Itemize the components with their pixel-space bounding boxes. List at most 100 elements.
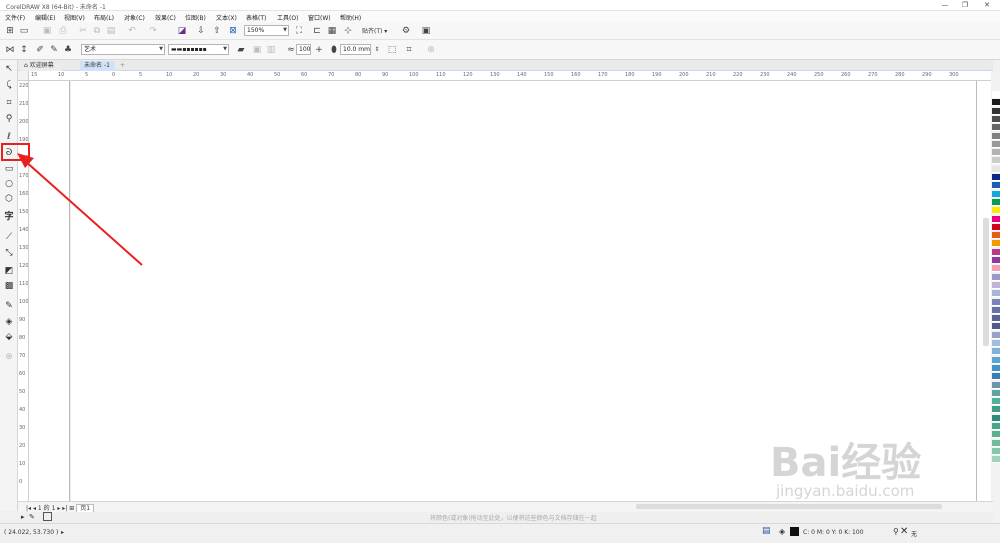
color-swatch[interactable] [992, 223, 1000, 231]
color-swatch[interactable] [992, 207, 1000, 215]
color-swatch[interactable] [992, 165, 1000, 173]
menu-tools[interactable]: 工具(O) [277, 13, 298, 22]
color-swatch[interactable] [992, 115, 1000, 123]
color-swatch[interactable] [992, 456, 1000, 464]
copy-icon[interactable]: ⧉ [91, 25, 103, 37]
menu-view[interactable]: 视图(V) [64, 13, 85, 22]
mirror-horizontal-icon[interactable]: ⋈ [4, 44, 16, 56]
color-swatch[interactable] [992, 240, 1000, 248]
preset-brush-icon[interactable]: ✐ [34, 44, 46, 56]
color-swatch[interactable] [992, 107, 1000, 115]
export-icon[interactable]: ⇧ [211, 25, 223, 37]
menu-help[interactable]: 帮助(H) [340, 13, 361, 22]
color-swatch[interactable] [992, 232, 1000, 240]
horizontal-ruler[interactable]: 15 10 5 0 5 10 20 30 40 50 60 70 80 90 100 110 120 130 140… [29, 71, 991, 81]
add-tool-icon[interactable]: ⊕ [2, 351, 16, 364]
full-screen-icon[interactable]: ⛶ [293, 25, 305, 37]
menu-file[interactable]: 文件(F) [5, 13, 25, 22]
color-swatch[interactable] [992, 149, 1000, 157]
publish-pdf-icon[interactable]: ⊠ [227, 25, 239, 37]
color-swatch[interactable] [992, 364, 1000, 372]
color-swatch[interactable] [992, 257, 1000, 264]
import-icon[interactable]: ⇩ [195, 25, 207, 37]
menu-bitmaps[interactable]: 位图(B) [185, 13, 206, 22]
fill-bucket-icon[interactable]: ◈ [779, 527, 785, 536]
color-swatch[interactable] [992, 373, 1000, 381]
color-swatch[interactable] [992, 182, 1000, 190]
coords-arrow-icon[interactable]: ▸ [61, 529, 64, 536]
cut-icon[interactable]: ✂ [77, 25, 89, 37]
rulers-icon[interactable]: ⊏ [311, 25, 323, 37]
close-button[interactable]: ✕ [978, 0, 996, 11]
rectangle-tool-icon[interactable]: ▭ [2, 163, 16, 176]
menu-layout[interactable]: 布局(L) [94, 13, 114, 22]
color-swatch[interactable] [992, 140, 1000, 148]
color-swatch[interactable] [992, 215, 1000, 223]
print-icon[interactable]: ⎙ [57, 25, 69, 37]
color-swatch[interactable] [992, 315, 1000, 323]
eyedropper-tool-icon[interactable]: ✎ [2, 300, 16, 313]
color-swatch[interactable] [992, 406, 1000, 414]
color-swatch[interactable] [992, 190, 1000, 198]
color-swatch[interactable] [992, 91, 1000, 98]
no-color-swatch-icon[interactable] [43, 512, 52, 521]
connector-tool-icon[interactable]: ⤡ [2, 247, 16, 260]
pick-tool-icon[interactable]: ↖ [2, 63, 16, 76]
horizontal-scrollbar-thumb[interactable] [636, 504, 942, 509]
polygon-tool-icon[interactable]: ⬡ [2, 193, 16, 206]
new-document-icon[interactable]: ⊞ [4, 25, 16, 37]
stroke-width-field[interactable]: 10.0 mm [340, 44, 371, 55]
color-swatch[interactable] [992, 306, 1000, 314]
sprayer-icon[interactable]: ♣ [62, 44, 74, 56]
color-swatch[interactable] [992, 381, 1000, 389]
color-swatch[interactable] [992, 348, 1000, 356]
ruler-origin-corner[interactable] [18, 71, 29, 81]
vertical-scrollbar-thumb[interactable] [983, 218, 989, 346]
outline-pen-icon[interactable]: ⚲ [893, 527, 899, 536]
application-launcher-icon[interactable]: ▣ [420, 25, 432, 37]
preset-stroke-select[interactable]: ▬▬▪▪▪▪▪▪ ▼ [168, 44, 229, 55]
snap-to-dropdown[interactable]: 贴齐(T) ▾ [362, 26, 387, 35]
color-swatch[interactable] [992, 340, 1000, 347]
preset-stroke-category-select[interactable]: 艺术 ▼ [81, 44, 165, 55]
menu-object[interactable]: 对象(C) [124, 13, 145, 22]
color-swatch[interactable] [992, 174, 1000, 181]
tab-document[interactable]: 未命名 -1 [80, 61, 115, 71]
delete-icon[interactable]: ▥ [265, 44, 277, 56]
minimize-button[interactable]: — [936, 0, 954, 11]
grid-icon[interactable]: ▦ [326, 25, 338, 37]
fill-color-swatch[interactable] [790, 527, 799, 536]
color-swatch[interactable] [992, 273, 1000, 281]
color-swatch[interactable] [992, 298, 1000, 306]
add-page-icon[interactable]: ⊞ [69, 505, 74, 512]
menu-edit[interactable]: 编辑(E) [35, 13, 55, 22]
smoothing-field[interactable]: 100 [296, 44, 311, 55]
browse-folder-icon[interactable]: ▰ [235, 44, 247, 56]
shape-tool-icon[interactable]: ⤹ [2, 79, 16, 92]
color-swatch[interactable] [992, 132, 1000, 140]
menu-effects[interactable]: 效果(C) [155, 13, 176, 22]
tab-welcome-screen[interactable]: ⌂ 欢迎屏幕 [20, 61, 62, 71]
crop-tool-icon[interactable]: ⌗ [2, 97, 16, 110]
color-swatch[interactable] [992, 331, 1000, 339]
color-swatch[interactable] [992, 290, 1000, 298]
color-swatch[interactable] [992, 431, 1000, 439]
interactive-fill-tool-icon[interactable]: ◈ [2, 316, 16, 329]
brush-icon[interactable]: ✎ [48, 44, 60, 56]
color-swatch[interactable] [992, 323, 1000, 331]
restore-button[interactable]: ❐ [956, 0, 974, 11]
zoom-tool-icon[interactable]: ⚲ [2, 113, 16, 126]
bounding-box-icon[interactable]: ⌗ [403, 44, 415, 56]
menu-text[interactable]: 文本(X) [216, 13, 237, 22]
previous-page-icon[interactable]: ◂ [33, 505, 36, 512]
color-swatch[interactable] [992, 423, 1000, 430]
color-swatch[interactable] [992, 99, 1000, 107]
no-outline-x-icon[interactable]: ✕ [900, 526, 908, 537]
color-swatch[interactable] [992, 356, 1000, 364]
color-swatch[interactable] [992, 414, 1000, 422]
palette-arrow-icon[interactable]: ▸ [21, 513, 25, 521]
guidelines-icon[interactable]: ⊹ [342, 25, 354, 37]
color-swatch[interactable] [992, 389, 1000, 397]
first-page-icon[interactable]: |◂ [26, 505, 31, 512]
color-swatch[interactable] [992, 248, 1000, 256]
